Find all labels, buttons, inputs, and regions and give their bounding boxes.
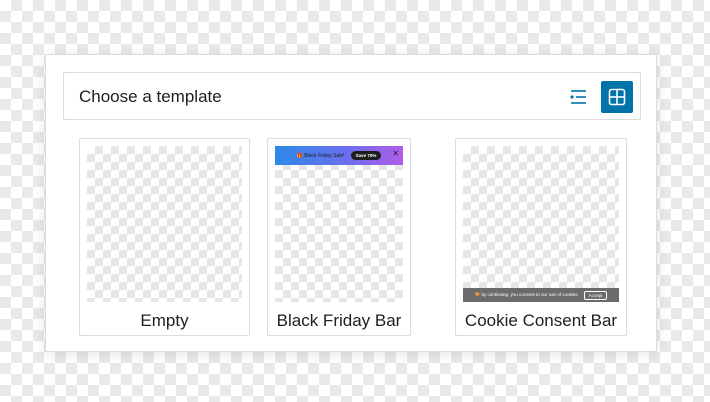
template-card-cookie-consent-bar[interactable]: 🍪 by continuing, you consent to our use … (455, 138, 627, 336)
template-label: Cookie Consent Bar (464, 311, 618, 330)
grid-view-icon (608, 88, 626, 106)
dialog-header: Choose a template (63, 72, 641, 120)
cookie-consent-bar-preview: 🍪 by continuing, you consent to our use … (463, 288, 619, 302)
black-friday-bar-button: Save 70% (350, 151, 382, 160)
template-preview: 🍪 by continuing, you consent to our use … (463, 146, 619, 302)
template-label: Empty (140, 311, 189, 330)
cookie-consent-accept-button: Accept (583, 290, 608, 300)
close-icon: ✕ (392, 149, 399, 158)
list-view-icon (570, 90, 586, 104)
template-card-empty[interactable]: Empty (79, 138, 250, 336)
template-preview: 🎁 Black Friday Sale! Save 70% ✕ (275, 146, 403, 302)
black-friday-bar-preview: 🎁 Black Friday Sale! Save 70% ✕ (275, 146, 403, 165)
list-view-button[interactable] (562, 81, 594, 113)
template-label: Black Friday Bar (276, 311, 402, 330)
template-preview (87, 146, 242, 302)
grid-view-button[interactable] (601, 81, 633, 113)
cookie-consent-bar-text: 🍪 by continuing, you consent to our use … (474, 292, 578, 297)
black-friday-bar-text: 🎁 Black Friday Sale! (296, 152, 345, 159)
template-card-black-friday-bar[interactable]: 🎁 Black Friday Sale! Save 70% ✕ Black Fr… (267, 138, 411, 336)
template-chooser-dialog: Choose a template Empty 🎁 Black Friday S… (45, 54, 657, 352)
dialog-title: Choose a template (79, 87, 222, 106)
